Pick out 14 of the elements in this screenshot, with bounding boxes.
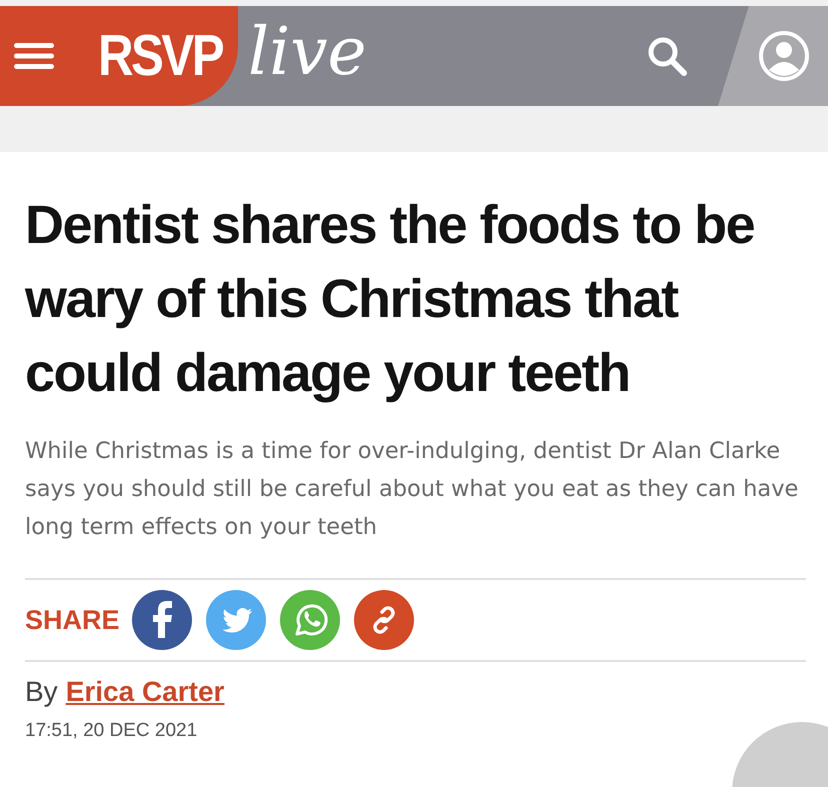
account-icon[interactable] (758, 30, 810, 82)
share-label: SHARE (25, 604, 120, 636)
link-share-icon[interactable] (354, 590, 414, 650)
menu-icon[interactable] (14, 41, 54, 71)
headline: Dentist shares the foods to be wary of this Christmas that could damage your teeth (25, 194, 756, 405)
whatsapp-share-icon[interactable] (280, 590, 340, 650)
facebook-share-icon[interactable] (132, 590, 192, 650)
twitter-share-icon[interactable] (206, 590, 266, 650)
author-link[interactable]: Erica Carter (66, 676, 224, 708)
article-summary: While Christmas is a time for over-indulging, dentist Dr Alan Clarke says you should still be careful about what you eat as they can have long term effects on your teeth (25, 437, 800, 542)
publish-timestamp: 17:51, 20 DEC 2021 (25, 720, 198, 742)
search-icon[interactable] (646, 35, 688, 77)
logo-script[interactable]: live (248, 19, 367, 85)
byline-prefix: By (25, 676, 58, 708)
